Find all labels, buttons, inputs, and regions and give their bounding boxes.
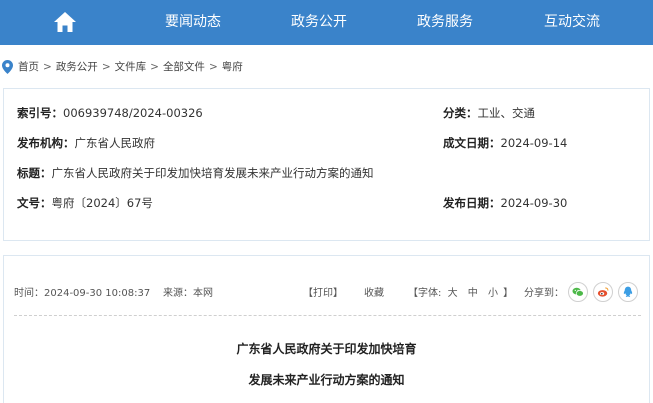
meta-issuer-label: 发布机构： — [17, 136, 75, 150]
breadcrumb-file-library[interactable]: 文件库 — [115, 61, 147, 73]
home-icon[interactable] — [53, 11, 77, 33]
meta-docno-value: 粤府〔2024〕67号 — [51, 196, 153, 210]
meta-title: 标题：广东省人民政府关于印发加快培育发展未来产业行动方案的通知 — [17, 165, 374, 181]
font-size-close: 】 — [503, 288, 514, 299]
qq-icon[interactable] — [618, 282, 638, 302]
breadcrumb-gov-open[interactable]: 政务公开 — [56, 61, 98, 73]
meta-published-label: 发布日期： — [443, 196, 501, 210]
nav-item-gov-open[interactable]: 政务公开 — [291, 0, 347, 45]
article-time: 时间：2024-09-30 10:08:37 — [14, 288, 151, 299]
top-nav: 要闻动态 政务公开 政务服务 互动交流 — [0, 0, 653, 45]
weibo-icon[interactable] — [593, 282, 613, 302]
breadcrumb-all-files[interactable]: 全部文件 — [163, 61, 205, 73]
breadcrumb-separator: > — [101, 61, 111, 73]
meta-title-label: 标题： — [17, 166, 52, 180]
document-meta-panel: 索引号：006939748/2024-00326 分类：工业、交通 发布机构：广… — [3, 88, 650, 241]
meta-category: 分类：工业、交通 — [443, 105, 535, 121]
nav-item-gov-service[interactable]: 政务服务 — [417, 0, 473, 45]
meta-index: 索引号：006939748/2024-00326 — [17, 105, 203, 121]
meta-created-value: 2024-09-14 — [500, 136, 568, 150]
nav-item-news[interactable]: 要闻动态 — [165, 0, 221, 45]
favorite-button[interactable]: 收藏 — [364, 286, 384, 302]
article-toolbar: 时间：2024-09-30 10:08:37 来源：本网 【打印】 收藏 【字体… — [14, 282, 641, 302]
breadcrumb-home[interactable]: 首页 — [18, 61, 39, 73]
breadcrumb-separator: > — [208, 61, 218, 73]
meta-doc-number: 文号：粤府〔2024〕67号 — [17, 195, 153, 211]
share-label: 分享到： — [524, 288, 564, 299]
font-small-button[interactable]: 小 — [488, 288, 498, 299]
toolbar-divider — [14, 315, 641, 316]
meta-index-value: 006939748/2024-00326 — [63, 106, 203, 120]
meta-docno-label: 文号： — [17, 196, 52, 210]
meta-index-label: 索引号： — [17, 106, 63, 120]
location-pin-icon — [2, 60, 13, 74]
font-size-label: 【字体: — [408, 288, 442, 299]
breadcrumb-separator: > — [150, 61, 159, 73]
wechat-icon[interactable] — [568, 282, 588, 302]
breadcrumb-separator: > — [43, 61, 52, 73]
article-source: 来源：本网 — [163, 288, 213, 299]
meta-category-value: 工业、交通 — [477, 106, 536, 120]
meta-created-date: 成文日期：2024-09-14 — [443, 135, 567, 151]
meta-title-value: 广东省人民政府关于印发加快培育发展未来产业行动方案的通知 — [51, 166, 374, 180]
font-large-button[interactable]: 大 — [448, 288, 458, 299]
print-button[interactable]: 【打印】 — [303, 286, 343, 302]
font-size-control: 【字体: 大 中 小 】 — [408, 286, 513, 302]
meta-published-value: 2024-09-30 — [500, 196, 568, 210]
font-medium-button[interactable]: 中 — [468, 288, 478, 299]
meta-issuer-value: 广东省人民政府 — [74, 136, 156, 150]
article-title-line-1: 广东省人民政府关于印发加快培育 — [236, 342, 417, 356]
meta-published-date: 发布日期：2024-09-30 — [443, 195, 567, 211]
breadcrumb-current[interactable]: 粤府 — [222, 61, 243, 73]
article-title-line-2: 发展未来产业行动方案的通知 — [248, 373, 405, 387]
meta-issuer: 发布机构：广东省人民政府 — [17, 135, 155, 151]
nav-item-interaction[interactable]: 互动交流 — [544, 0, 600, 45]
breadcrumb: 首页 > 政务公开 > 文件库 > 全部文件 > 粤府 — [0, 57, 653, 77]
meta-created-label: 成文日期： — [443, 136, 501, 150]
meta-category-label: 分类： — [443, 106, 478, 120]
article-panel: 时间：2024-09-30 10:08:37 来源：本网 【打印】 收藏 【字体… — [3, 255, 650, 403]
